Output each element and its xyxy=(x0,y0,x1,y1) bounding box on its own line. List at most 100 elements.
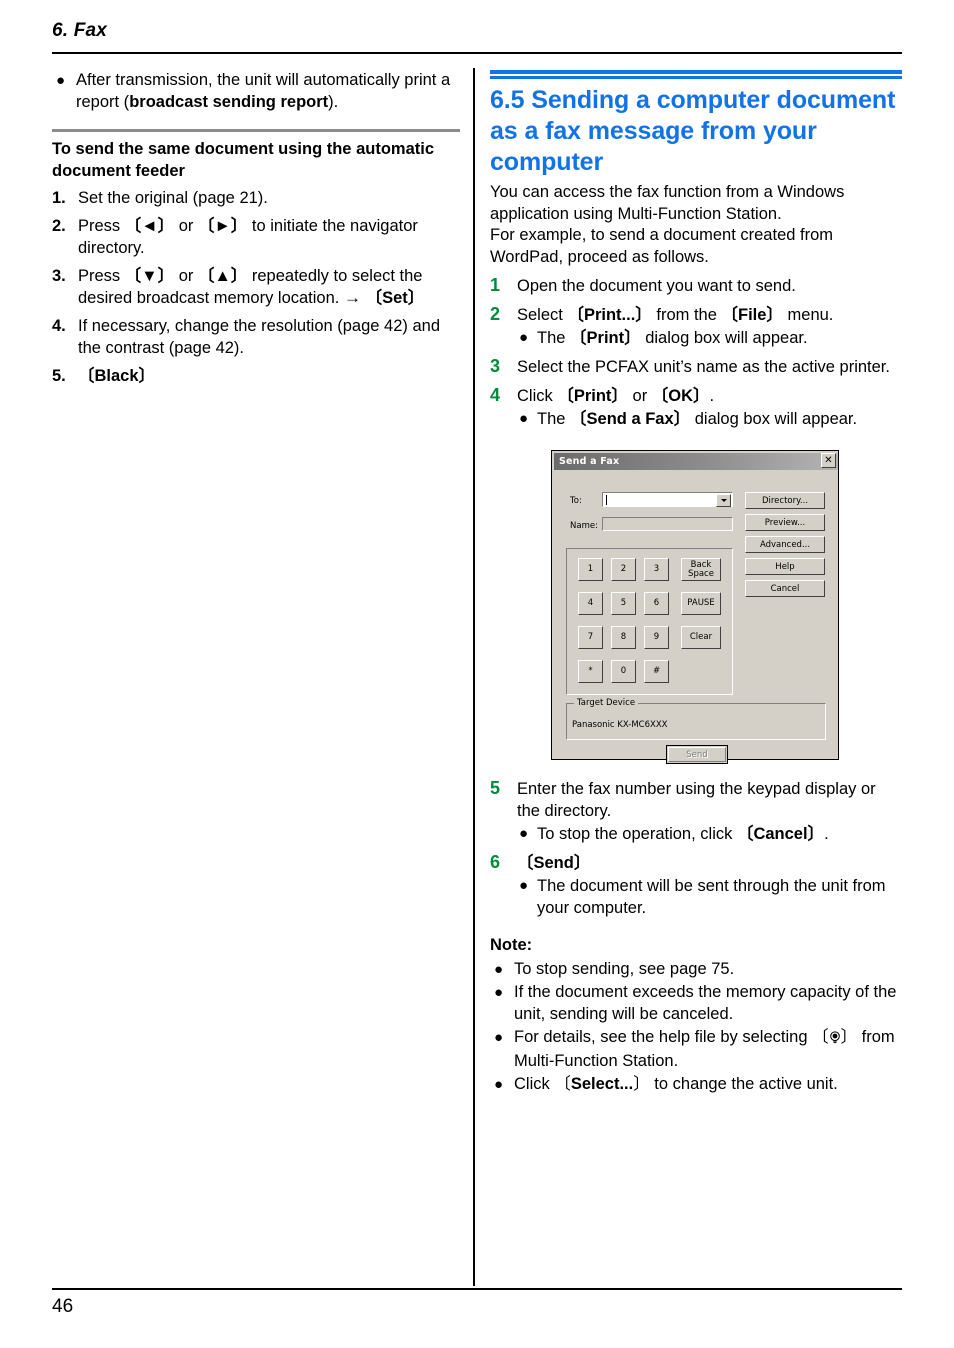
step-number: 2 xyxy=(490,304,501,324)
to-combobox[interactable] xyxy=(602,492,733,507)
section-intro-paragraph: You can access the fax function from a W… xyxy=(490,182,902,268)
step-number: 6 xyxy=(490,852,501,872)
step-item: 1 Open the document you want to send. xyxy=(490,275,902,297)
keypad-key-9[interactable]: 9 xyxy=(644,626,669,649)
bullet-glyph: ● xyxy=(519,877,529,894)
step-text: Select 〔Print...〕 from the 〔File〕 menu. xyxy=(517,306,834,324)
manual-page: 6. Fax ● After transmission, the unit wi… xyxy=(0,0,954,1348)
step-item: 5 Enter the fax number using the keypad … xyxy=(490,778,902,845)
keypad-backspace-button[interactable]: Back Space xyxy=(681,558,721,581)
keypad-key-0[interactable]: 0 xyxy=(611,660,636,683)
list-item: 5. 〔Black〕 xyxy=(52,365,460,388)
list-item: 2. Press 〔◄〕 or 〔►〕 to initiate the navi… xyxy=(52,215,460,260)
bullet-glyph: ● xyxy=(519,410,529,427)
keypad-key-4[interactable]: 4 xyxy=(578,592,603,615)
keypad-key-5[interactable]: 5 xyxy=(611,592,636,615)
subheading-rule xyxy=(52,129,460,132)
to-field-label: To: xyxy=(570,496,582,506)
list-item-text: If necessary, change the resolution (pag… xyxy=(78,316,441,358)
dialog-titlebar: Send a Fax xyxy=(554,453,838,470)
header-rule xyxy=(52,52,902,54)
section-rule-bottom xyxy=(490,76,902,79)
list-item-text: 〔Black〕 xyxy=(78,366,156,385)
step-number: 1 xyxy=(490,275,501,295)
keypad-key-8[interactable]: 8 xyxy=(611,626,636,649)
directory-button[interactable]: Directory... xyxy=(745,492,825,509)
right-column-lower: 5 Enter the fax number using the keypad … xyxy=(490,778,902,1096)
intro-line: WordPad, proceed as follows. xyxy=(490,247,709,266)
note-item: ● Click 〔Select...〕 to change the active… xyxy=(490,1074,902,1096)
procedure-steps-after-figure: 5 Enter the fax number using the keypad … xyxy=(490,778,902,919)
step-text: Click 〔Print〕 or 〔OK〕. xyxy=(517,387,715,405)
step-body: Select 〔Print...〕 from the 〔File〕 menu. … xyxy=(517,304,902,349)
list-item-number: 5. xyxy=(52,366,66,385)
chevron-down-icon[interactable] xyxy=(716,494,731,507)
step-body: 〔Send〕 ● The document will be sent throu… xyxy=(517,852,902,919)
keypad-key-7[interactable]: 7 xyxy=(578,626,603,649)
keypad-key-3[interactable]: 3 xyxy=(644,558,669,581)
bullet-glyph: ● xyxy=(494,1076,504,1093)
keypad-key-2[interactable]: 2 xyxy=(611,558,636,581)
step-body: Click 〔Print〕 or 〔OK〕. ● The 〔Send a Fax… xyxy=(517,385,902,430)
intro-line: You can access the fax function from a W… xyxy=(490,183,845,201)
bullet-glyph: ● xyxy=(519,329,529,346)
note-item-text: If the document exceeds the memory capac… xyxy=(514,983,897,1023)
bullet-glyph: ● xyxy=(494,1029,504,1046)
step-number: 4 xyxy=(490,385,501,405)
help-button[interactable]: Help xyxy=(745,558,825,575)
note-item: ● For details, see the help file by sele… xyxy=(490,1027,902,1072)
step-subbullet-text: To stop the operation, click 〔Cancel〕. xyxy=(537,825,829,843)
note-item-text: For details, see the help file by select… xyxy=(514,1027,902,1072)
advanced-button[interactable]: Advanced... xyxy=(745,536,825,553)
note-item: ● If the document exceeds the memory cap… xyxy=(490,982,902,1025)
section-heading: 6.5 Sending a computer document as a fax… xyxy=(490,86,896,176)
bullet-glyph: ● xyxy=(56,72,66,89)
step-item: 4 Click 〔Print〕 or 〔OK〕. ● The 〔Send a F… xyxy=(490,385,902,430)
note-block: Note: ● To stop sending, see page 75. ● … xyxy=(490,935,902,1096)
left-column: ● After transmission, the unit will auto… xyxy=(52,70,460,387)
note-item-text: Click 〔Select...〕 to change the active u… xyxy=(514,1075,838,1093)
close-icon[interactable]: ✕ xyxy=(821,453,836,468)
keypad-pause-button[interactable]: PAUSE xyxy=(681,592,721,615)
text-caret xyxy=(606,495,607,505)
cancel-button[interactable]: Cancel xyxy=(745,580,825,597)
dialog-title: Send a Fax xyxy=(559,456,620,467)
intro-line: For example, to send a document created … xyxy=(490,226,834,244)
footer-rule xyxy=(52,1288,902,1290)
note-item-text-part: For details, see the help file by select… xyxy=(514,1028,829,1046)
name-field-label: Name: xyxy=(570,521,598,531)
step-text: Enter the fax number using the keypad di… xyxy=(517,780,876,820)
bullet-glyph: ● xyxy=(494,984,504,1001)
procedure-steps-before-figure: 1 Open the document you want to send. 2 … xyxy=(490,275,902,430)
step-number: 5 xyxy=(490,778,501,798)
list-item: 1. Set the original (page 21). xyxy=(52,187,460,210)
list-item-number: 4. xyxy=(52,316,66,335)
keypad-key-hash[interactable]: # xyxy=(644,660,669,683)
page-number: 46 xyxy=(52,1296,74,1317)
name-input[interactable] xyxy=(602,517,733,531)
keypad-key-1[interactable]: 1 xyxy=(578,558,603,581)
step-number: 3 xyxy=(490,356,501,376)
step-item: 6 〔Send〕 ● The document will be sent thr… xyxy=(490,852,902,919)
intro-bullet: ● After transmission, the unit will auto… xyxy=(52,70,460,113)
preview-button[interactable]: Preview... xyxy=(745,514,825,531)
step-subbullet-text: The 〔Send a Fax〕 dialog box will appear. xyxy=(537,410,858,428)
note-item: ● To stop sending, see page 75. xyxy=(490,959,902,981)
step-item: 2 Select 〔Print...〕 from the 〔File〕 menu… xyxy=(490,304,902,349)
send-a-fax-dialog-figure: Send a Fax ✕ To: Name: 1 2 3 4 5 6 7 8 9 xyxy=(551,450,839,764)
send-button[interactable]: Send xyxy=(666,745,728,764)
keypad-clear-button[interactable]: Clear xyxy=(681,626,721,649)
step-text: Open the document you want to send. xyxy=(517,277,796,295)
intro-bullet-text: After transmission, the unit will automa… xyxy=(76,70,460,113)
list-item-text: Set the original (page 21). xyxy=(78,189,268,207)
step-subbullet-text: The document will be sent through the un… xyxy=(537,877,886,917)
list-item-number: 3. xyxy=(52,266,66,285)
list-item-number: 2. xyxy=(52,216,66,235)
list-item: 3. Press 〔▼〕 or 〔▲〕 repeatedly to select… xyxy=(52,265,460,310)
keypad-key-star[interactable]: * xyxy=(578,660,603,683)
step-text: Select the PCFAX unit’s name as the acti… xyxy=(517,358,890,376)
keypad-key-6[interactable]: 6 xyxy=(644,592,669,615)
list-item-text: Press 〔◄〕 or 〔►〕 to initiate the navigat… xyxy=(78,216,418,258)
bullet-glyph: ● xyxy=(519,825,529,842)
list-item: 4. If necessary, change the resolution (… xyxy=(52,315,460,360)
